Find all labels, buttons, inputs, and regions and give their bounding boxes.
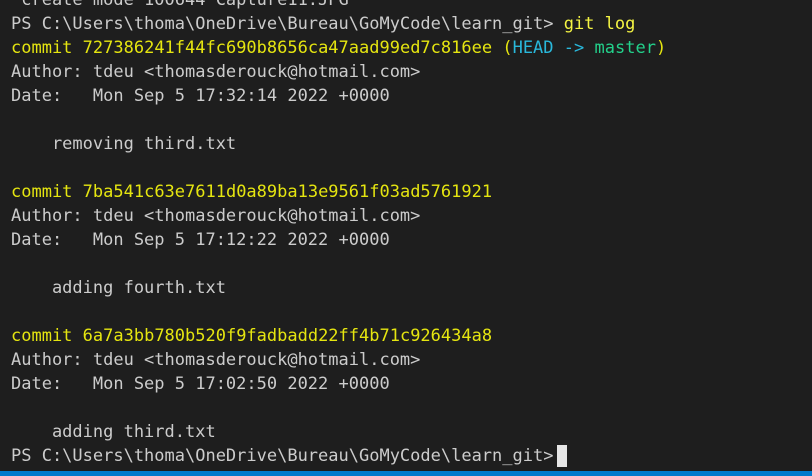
ref-open-paren: ( bbox=[502, 38, 513, 58]
commit-line: commit 7ba541c63e7611d0a89ba13e9561f03ad… bbox=[11, 180, 666, 204]
author-line: Author: tdeu <thomasderouck@hotmail.com> bbox=[11, 350, 421, 370]
terminal-output: create mode 100644 Capture11.JPG PS C:\U… bbox=[11, 0, 666, 468]
commit-message-line: adding fourth.txt bbox=[11, 278, 226, 298]
commit-line: commit 6a7a3bb780b520f9fadbadd22ff4b71c9… bbox=[11, 324, 666, 348]
author-line: Author: tdeu <thomasderouck@hotmail.com> bbox=[11, 62, 421, 82]
terminal-line-input[interactable]: PS C:\Users\thoma\OneDrive\Bureau\GoMyCo… bbox=[11, 444, 666, 468]
ref-arrow: -> bbox=[563, 38, 585, 58]
commit-label: commit bbox=[11, 326, 73, 346]
commit-label: commit bbox=[11, 182, 73, 202]
prompt-text: PS C:\Users\thoma\OneDrive\Bureau\GoMyCo… bbox=[11, 14, 554, 34]
commit-hash: 727386241f44fc690b8656ca47aad99ed7c816ee bbox=[82, 38, 493, 58]
commit-label: commit bbox=[11, 38, 73, 58]
branch-ref: master bbox=[594, 38, 656, 58]
text-cursor[interactable] bbox=[557, 445, 568, 467]
commit-hash: 7ba541c63e7611d0a89ba13e9561f03ad5761921 bbox=[82, 182, 493, 202]
terminal-line-partial: create mode 100644 Capture11.JPG bbox=[11, 0, 666, 12]
commit-message-line: removing third.txt bbox=[11, 134, 237, 154]
command-text: git log bbox=[563, 14, 636, 34]
commit-line: commit 727386241f44fc690b8656ca47aad99ed… bbox=[11, 36, 666, 60]
author-line: Author: tdeu <thomasderouck@hotmail.com> bbox=[11, 206, 421, 226]
terminal-window[interactable]: create mode 100644 Capture11.JPG PS C:\U… bbox=[0, 0, 812, 476]
date-line: Date: Mon Sep 5 17:02:50 2022 +0000 bbox=[11, 374, 390, 394]
partial-output-text: create mode 100644 Capture11.JPG bbox=[11, 0, 349, 10]
status-bar-edge bbox=[0, 471, 812, 476]
commit-message-line: adding third.txt bbox=[11, 422, 216, 442]
final-prompt-text: PS C:\Users\thoma\OneDrive\Bureau\GoMyCo… bbox=[11, 446, 554, 466]
date-line: Date: Mon Sep 5 17:32:14 2022 +0000 bbox=[11, 86, 390, 106]
date-line: Date: Mon Sep 5 17:12:22 2022 +0000 bbox=[11, 230, 390, 250]
terminal-line-prompt: PS C:\Users\thoma\OneDrive\Bureau\GoMyCo… bbox=[11, 12, 666, 36]
commit-hash: 6a7a3bb780b520f9fadbadd22ff4b71c926434a8 bbox=[82, 326, 493, 346]
ref-close-paren: ) bbox=[655, 38, 667, 58]
head-ref: HEAD bbox=[512, 38, 554, 58]
